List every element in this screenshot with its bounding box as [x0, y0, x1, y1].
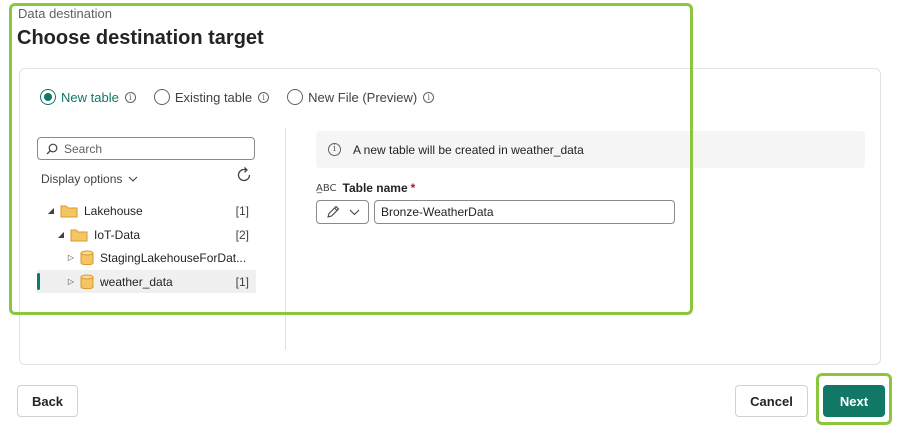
display-options-dropdown[interactable]: Display options — [41, 172, 138, 186]
tree-item-iot-data[interactable]: ◢ IoT-Data [2] — [37, 223, 256, 246]
radio-label: New File (Preview) — [308, 89, 418, 105]
radio-button[interactable] — [153, 89, 170, 105]
banner-text: A new table will be created in weather_d… — [353, 142, 584, 157]
tree-item-count: [1] — [235, 203, 249, 218]
page-title: Choose destination target — [17, 27, 264, 49]
caret-right-icon[interactable]: ▷ — [66, 253, 76, 262]
tree-item-label: weather_data — [100, 274, 173, 289]
info-icon[interactable]: i — [258, 91, 270, 103]
search-icon — [46, 143, 58, 154]
tree-item-label: StagingLakehouseForDat... — [100, 250, 247, 265]
radio-new-table[interactable]: New table i — [40, 89, 136, 105]
tree-item-count: [2] — [235, 227, 249, 242]
tree-item-staging-lakehouse[interactable]: ▷ StagingLakehouseForDat... — [37, 246, 256, 269]
info-icon[interactable]: i — [124, 91, 136, 103]
tree-item-label: Lakehouse — [84, 203, 143, 218]
caret-right-icon[interactable]: ▷ — [66, 277, 76, 286]
field-label-text: Table name — [342, 181, 408, 195]
chevron-down-icon — [349, 209, 359, 215]
search-input[interactable]: Search — [37, 137, 255, 160]
tree-item-lakehouse[interactable]: ◢ Lakehouse [1] — [37, 199, 256, 222]
selection-indicator — [37, 273, 40, 290]
radio-new-file[interactable]: New File (Preview) i — [287, 89, 435, 105]
required-marker: * — [410, 181, 416, 195]
database-icon — [80, 274, 94, 289]
eyebrow-label: Data destination — [18, 6, 112, 21]
radio-button[interactable] — [40, 89, 56, 105]
text-field-icon: A̲BC — [316, 182, 337, 194]
tree-item-weather-data[interactable]: ▷ weather_data [1] — [37, 270, 256, 293]
cancel-button[interactable]: Cancel — [735, 385, 808, 417]
radio-existing-table[interactable]: Existing table i — [153, 89, 270, 105]
next-button[interactable]: Next — [823, 385, 885, 417]
caret-down-icon[interactable]: ◢ — [56, 230, 66, 239]
tree-item-label: IoT-Data — [94, 227, 141, 242]
target-radio-group: New table i Existing table i New File (P… — [40, 89, 452, 105]
search-placeholder: Search — [64, 141, 103, 156]
radio-label: New table — [61, 89, 119, 105]
naming-mode-dropdown[interactable] — [316, 200, 369, 224]
caret-down-icon[interactable]: ◢ — [46, 206, 56, 215]
info-banner: i A new table will be created in weather… — [316, 131, 865, 168]
database-icon — [80, 250, 94, 265]
radio-button[interactable] — [287, 89, 304, 105]
table-name-label: A̲BC Table name * — [316, 181, 415, 195]
folder-icon — [60, 205, 78, 217]
back-button[interactable]: Back — [17, 385, 78, 417]
table-name-input[interactable] — [374, 200, 675, 224]
info-icon[interactable]: i — [423, 91, 435, 103]
chevron-down-icon — [128, 176, 138, 182]
info-icon: i — [328, 143, 341, 156]
folder-icon — [70, 229, 88, 241]
radio-label: Existing table — [174, 89, 253, 105]
tree-item-count: [1] — [235, 274, 249, 289]
pencil-icon — [326, 205, 339, 218]
refresh-icon[interactable] — [234, 165, 254, 185]
panel-divider — [285, 128, 286, 350]
display-options-label: Display options — [41, 172, 123, 186]
